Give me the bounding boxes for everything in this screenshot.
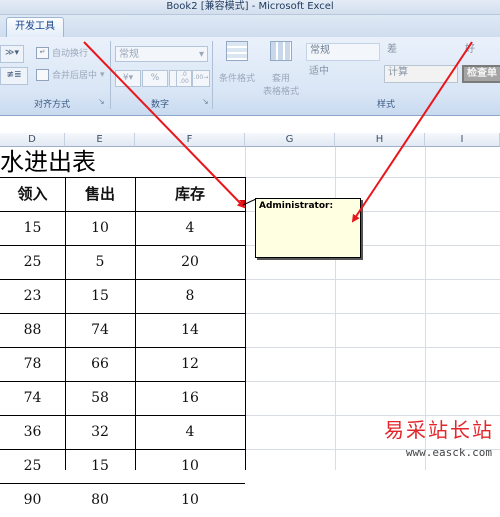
cell-received[interactable]: 90	[0, 483, 65, 517]
cell-sold[interactable]: 80	[65, 483, 135, 517]
arrow-to-comment-box	[351, 41, 473, 223]
watermark-logo: 易采站长站	[384, 418, 494, 442]
arrow-to-comment-indicator	[83, 41, 246, 209]
cell-stock[interactable]: 10	[135, 483, 245, 517]
annotation-arrows	[83, 41, 473, 223]
watermark-url: www.easck.com	[405, 446, 492, 459]
comment-connector	[242, 198, 257, 206]
